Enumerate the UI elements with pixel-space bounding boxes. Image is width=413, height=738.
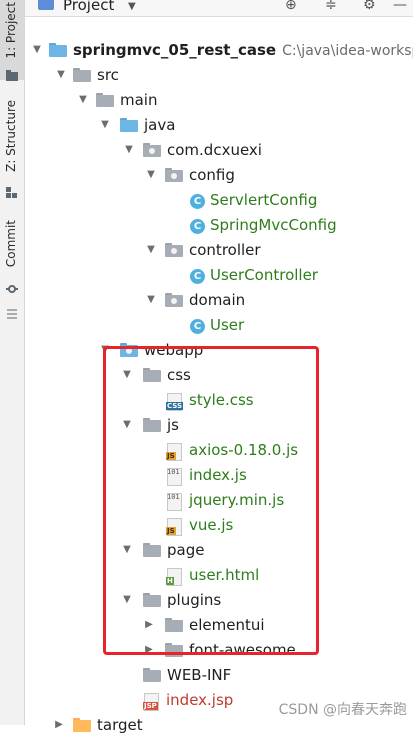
class-icon: C bbox=[189, 218, 207, 234]
root-label: springmvc_05_rest_case C:\java\idea-works… bbox=[73, 41, 413, 61]
locate-icon[interactable]: ⊕ bbox=[285, 0, 297, 13]
tree-label: js bbox=[167, 416, 179, 434]
module-folder-icon bbox=[49, 43, 67, 59]
tree-label: vue.js bbox=[189, 516, 234, 534]
chevron-down-icon[interactable]: ▼ bbox=[99, 344, 111, 356]
project-view-icon bbox=[38, 0, 54, 10]
folder-icon bbox=[143, 368, 161, 384]
tree-label: page bbox=[167, 541, 205, 559]
chevron-down-icon[interactable]: ▼ bbox=[55, 69, 67, 81]
chevron-right-icon[interactable]: ▶ bbox=[143, 644, 155, 656]
binary-file-icon: 101 bbox=[166, 493, 184, 511]
chevron-right-icon[interactable]: ▶ bbox=[53, 719, 65, 731]
source-folder-icon bbox=[120, 118, 138, 134]
folder-icon bbox=[143, 543, 161, 559]
chevron-down-icon[interactable]: ▼ bbox=[121, 369, 133, 381]
tree-label: index.js bbox=[189, 466, 247, 484]
structure-icon bbox=[6, 184, 18, 198]
folder-icon bbox=[165, 643, 183, 659]
tree-label: css bbox=[167, 366, 191, 384]
binary-file-icon: 101 bbox=[166, 468, 184, 486]
folder-icon bbox=[143, 593, 161, 609]
class-icon: C bbox=[189, 318, 207, 334]
tree-label: user.html bbox=[189, 566, 260, 584]
class-icon: C bbox=[189, 268, 207, 284]
class-icon: C bbox=[189, 193, 207, 209]
tab-more[interactable] bbox=[0, 305, 24, 325]
tree-label: controller bbox=[189, 241, 261, 259]
commit-icon bbox=[6, 280, 18, 293]
chevron-down-icon[interactable]: ▼ bbox=[145, 169, 157, 181]
chevron-down-icon[interactable]: ▼ bbox=[121, 419, 133, 431]
tree-label: User bbox=[210, 316, 245, 334]
package-icon bbox=[143, 143, 161, 159]
js-file-icon: JS bbox=[166, 518, 184, 536]
jsp-file-icon: JSP bbox=[143, 693, 161, 711]
tab-commit-label: Commit bbox=[4, 220, 18, 268]
folder-icon bbox=[73, 68, 91, 84]
tree-label: domain bbox=[189, 291, 246, 309]
tree-label: plugins bbox=[167, 591, 222, 609]
tree-label: config bbox=[189, 166, 235, 184]
css-file-icon: CSS bbox=[166, 393, 184, 411]
package-icon bbox=[165, 293, 183, 309]
watermark: CSDN @向春天奔跑 bbox=[278, 702, 407, 718]
js-file-icon: JS bbox=[166, 443, 184, 461]
root-path: C:\java\idea-workspa bbox=[282, 43, 413, 59]
chevron-right-icon[interactable]: ▶ bbox=[143, 619, 155, 631]
html-file-icon: H bbox=[166, 568, 184, 586]
folder-icon bbox=[165, 618, 183, 634]
chevron-down-icon[interactable]: ▼ bbox=[145, 244, 157, 256]
chevron-down-icon[interactable]: ▼ bbox=[128, 1, 136, 12]
tree-label: target bbox=[97, 716, 143, 734]
tree-label: com.dcxuexi bbox=[167, 141, 262, 159]
tree-label: main bbox=[120, 91, 158, 109]
panel-title[interactable]: Project bbox=[63, 0, 114, 14]
folder-icon bbox=[143, 418, 161, 434]
list-icon bbox=[6, 305, 18, 319]
tree-label: jquery.min.js bbox=[189, 491, 285, 509]
hide-icon[interactable]: — bbox=[393, 0, 407, 13]
tree-label: style.css bbox=[189, 391, 254, 409]
chevron-down-icon[interactable]: ▼ bbox=[77, 94, 89, 106]
chevron-down-icon[interactable]: ▼ bbox=[31, 44, 43, 56]
excluded-folder-icon bbox=[73, 718, 91, 734]
tree-label: font-awesome bbox=[189, 641, 296, 659]
tab-commit[interactable]: Commit bbox=[0, 220, 24, 300]
folder-icon bbox=[6, 66, 18, 81]
tree-label: webapp bbox=[144, 341, 204, 359]
tree-label: axios-0.18.0.js bbox=[189, 441, 299, 459]
package-icon bbox=[165, 168, 183, 184]
tree-label: src bbox=[97, 66, 119, 84]
web-folder-icon bbox=[120, 343, 138, 359]
chevron-down-icon[interactable]: ▼ bbox=[121, 544, 133, 556]
chevron-down-icon[interactable]: ▼ bbox=[121, 594, 133, 606]
tab-structure[interactable]: Z: Structure bbox=[0, 100, 24, 200]
folder-icon bbox=[143, 668, 161, 684]
tab-structure-label: Z: Structure bbox=[4, 100, 18, 172]
chevron-down-icon[interactable]: ▼ bbox=[145, 294, 157, 306]
tree-label: SpringMvcConfig bbox=[210, 216, 337, 234]
package-icon bbox=[165, 243, 183, 259]
tree-label: ServlertConfig bbox=[210, 191, 318, 209]
tree-label: index.jsp bbox=[166, 691, 234, 709]
gear-icon[interactable]: ⚙ bbox=[363, 0, 376, 13]
tab-project[interactable]: 1: Project bbox=[0, 0, 24, 81]
project-header: Project ▼ ⊕ ≑ ⚙ — bbox=[25, 0, 413, 17]
chevron-down-icon[interactable]: ▼ bbox=[99, 119, 111, 131]
tab-project-label: 1: Project bbox=[4, 2, 18, 59]
collapse-all-icon[interactable]: ≑ bbox=[325, 0, 337, 13]
tool-window-strip: 1: Project Z: Structure Commit bbox=[0, 0, 25, 725]
tree-label: WEB-INF bbox=[167, 666, 232, 684]
tree-label: java bbox=[144, 116, 176, 134]
folder-icon bbox=[96, 93, 114, 109]
tree-label: UserController bbox=[210, 266, 318, 284]
tree-label: elementui bbox=[189, 616, 265, 634]
chevron-down-icon[interactable]: ▼ bbox=[123, 144, 135, 156]
